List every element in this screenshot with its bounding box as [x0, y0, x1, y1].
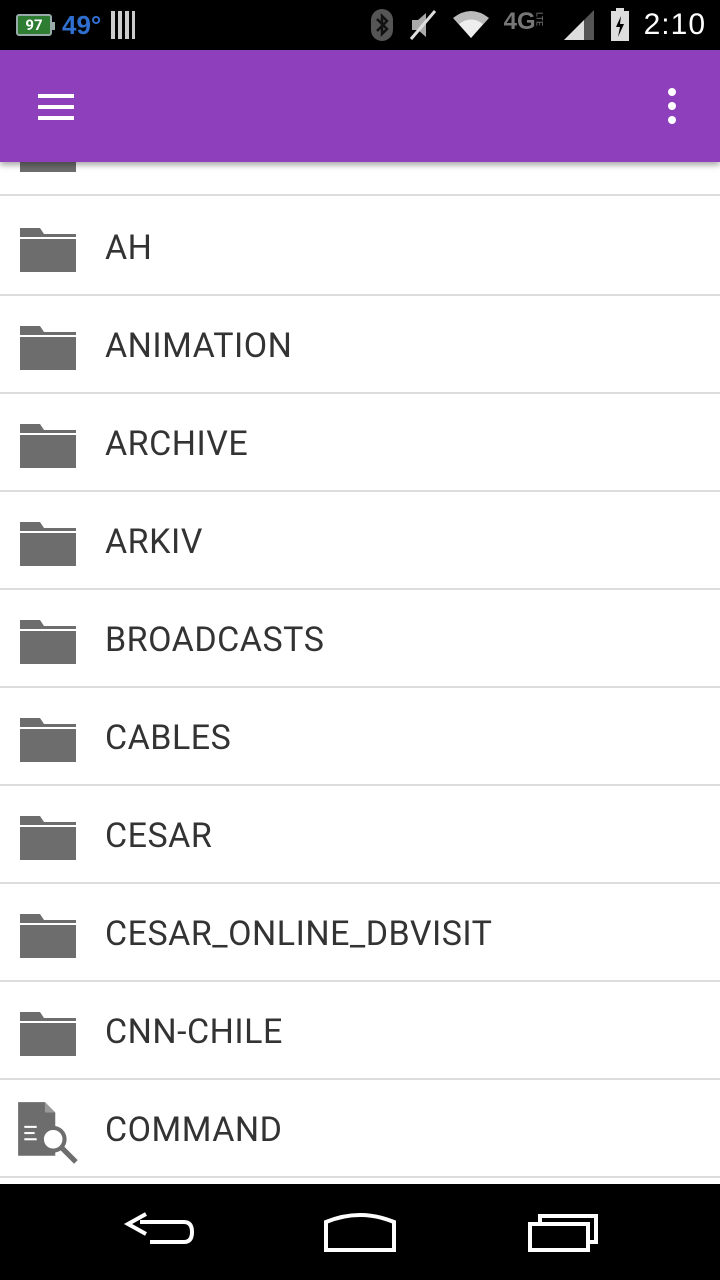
list-item[interactable]: CABLES	[0, 690, 720, 786]
list-item-label: ANIMATION	[105, 326, 293, 366]
folder-icon	[20, 326, 76, 370]
list-item[interactable]: AH	[0, 200, 720, 296]
list-item-label: COMMAND	[105, 1110, 283, 1150]
folder-icon	[20, 228, 76, 272]
folder-icon	[20, 522, 76, 566]
folder-icon	[20, 424, 76, 468]
cell-signal-icon	[563, 10, 594, 40]
list-item[interactable]: COMMAND	[0, 1082, 720, 1178]
status-bar: 97 49° 4G LTE 2:10	[0, 0, 720, 50]
list-item[interactable]: BROADCASTS	[0, 592, 720, 688]
folder-icon	[20, 914, 76, 958]
battery-widget-level: 97	[25, 16, 43, 34]
overflow-menu-icon[interactable]	[668, 88, 676, 124]
list-item-label: AH	[105, 228, 153, 268]
vibrate-mute-icon	[409, 10, 436, 40]
folder-icon	[20, 1012, 76, 1056]
list-item-label: ARCHIVE	[105, 424, 249, 464]
list-item-label: CESAR_ONLINE_DBVISIT	[105, 914, 493, 954]
list-item-label: CABLES	[105, 718, 232, 758]
temperature-readout: 49°	[62, 9, 102, 40]
clock: 2:10	[643, 8, 706, 41]
hamburger-menu-icon[interactable]	[38, 94, 74, 120]
list-item[interactable]: CESAR_ONLINE_DBVISIT	[0, 886, 720, 982]
list-item[interactable]: ARCHIVE	[0, 396, 720, 492]
list-item[interactable]: CNN-CHILE	[0, 984, 720, 1080]
battery-icon	[610, 8, 629, 41]
list-item[interactable]: CESAR	[0, 788, 720, 884]
list-item-label: ARKIV	[105, 522, 203, 562]
folder-icon	[20, 620, 76, 664]
list-item-label: BROADCASTS	[105, 620, 325, 660]
network-type: 4G LTE	[503, 8, 544, 35]
list-item[interactable]: ARKIV	[0, 494, 720, 590]
home-icon[interactable]	[320, 1204, 400, 1260]
list-item[interactable]: ANIMATION	[0, 298, 720, 394]
recent-apps-icon[interactable]	[522, 1204, 602, 1260]
navigation-bar	[0, 1184, 720, 1280]
sd-card-icon	[111, 11, 136, 39]
list-item-label: CESAR	[105, 816, 213, 856]
battery-widget-icon: 97	[16, 14, 55, 36]
back-icon[interactable]	[120, 1204, 200, 1260]
document-search-icon	[18, 1102, 78, 1164]
folder-icon	[20, 816, 76, 860]
list-item-label: CNN-CHILE	[105, 1012, 283, 1052]
wifi-icon	[452, 11, 489, 38]
bluetooth-icon	[370, 9, 393, 41]
action-bar	[0, 50, 720, 162]
folder-icon	[20, 718, 76, 762]
